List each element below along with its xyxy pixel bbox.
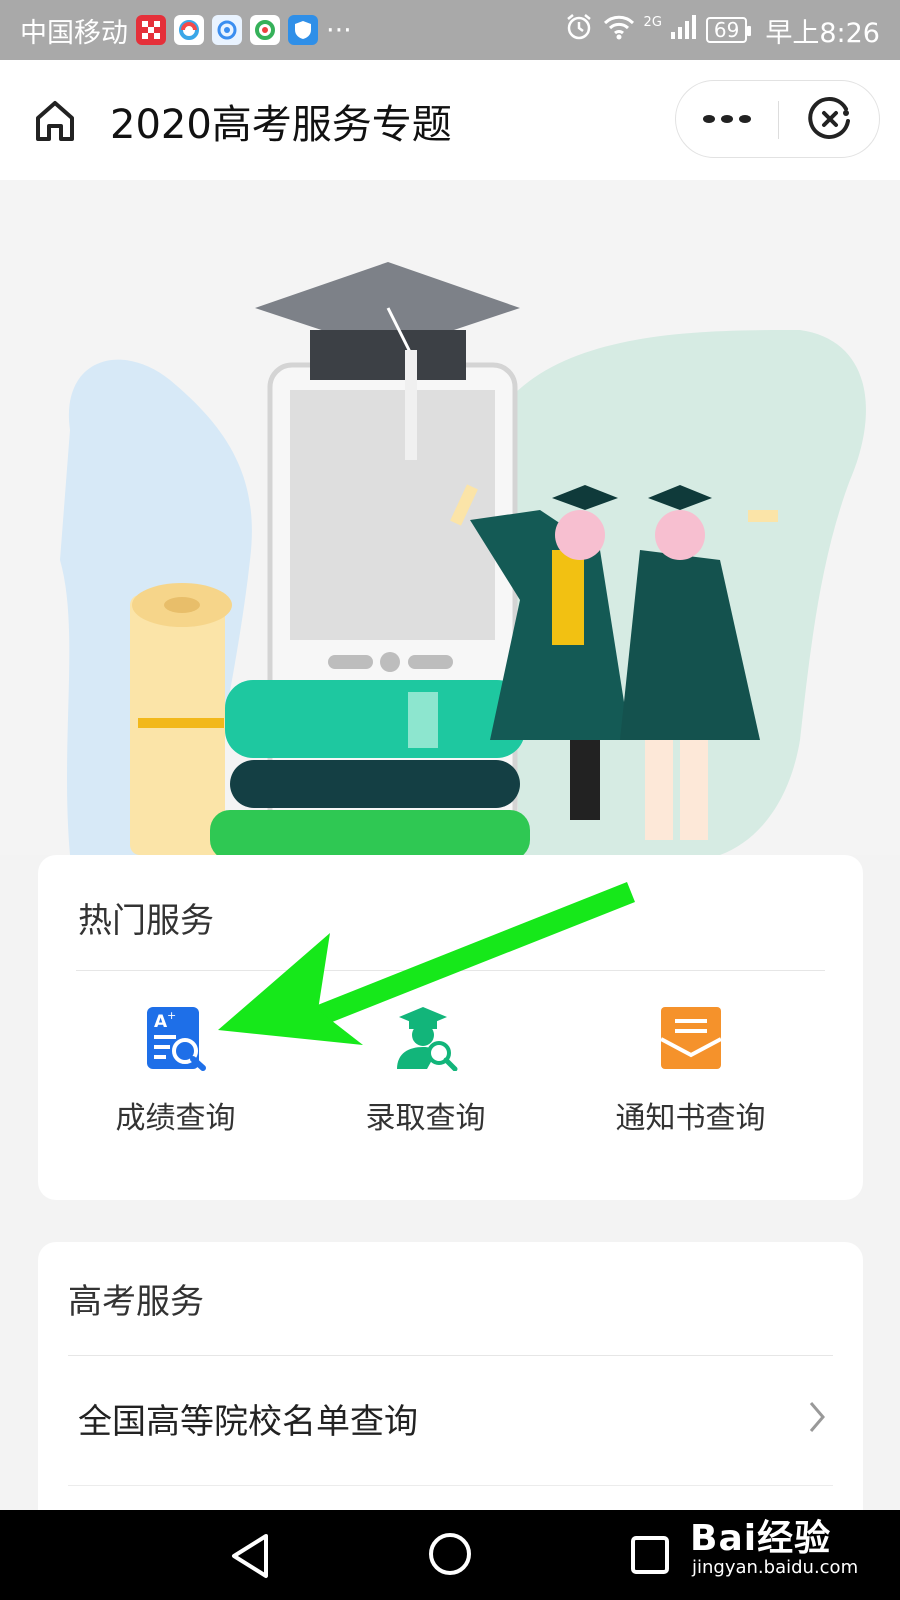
annotation-arrow xyxy=(218,882,635,1045)
watermark-main: Bai经验 xyxy=(690,1518,832,1559)
watermark-sub: jingyan.baidu.com xyxy=(692,1557,859,1578)
home-circle-icon[interactable] xyxy=(428,1532,472,1576)
watermark: Bai经验 jingyan.baidu.com xyxy=(690,1493,890,1593)
back-icon[interactable] xyxy=(228,1532,272,1580)
recents-icon[interactable] xyxy=(630,1535,670,1575)
